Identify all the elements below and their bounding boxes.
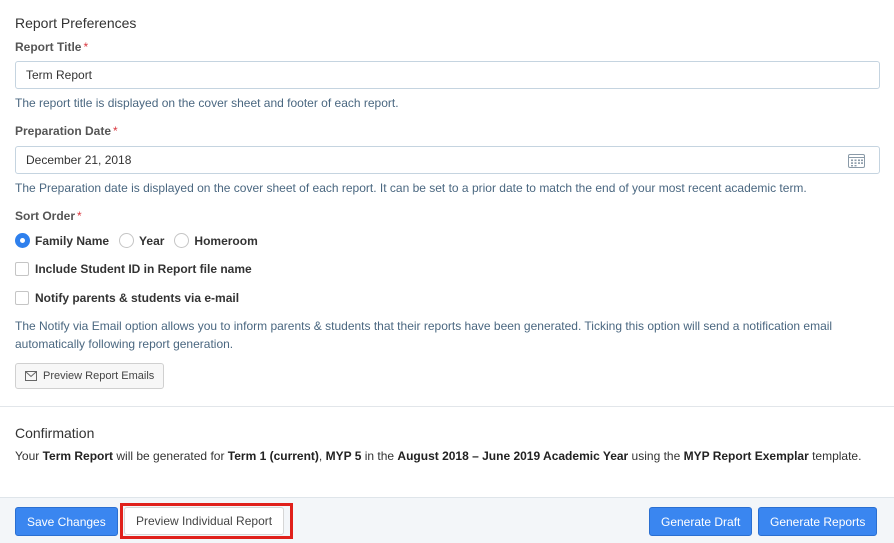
confirmation-text: using the (628, 449, 684, 463)
confirmation-text: template. (808, 449, 862, 463)
confirmation-text: Your (15, 449, 43, 463)
confirmation-term: Term 1 (current) (227, 449, 319, 463)
section-heading-preferences: Report Preferences (15, 15, 137, 31)
sort-order-label-text: Sort Order (15, 209, 76, 223)
include-student-id-checkbox-row[interactable]: Include Student ID in Report file name (15, 262, 252, 276)
sort-option-label: Year (139, 233, 165, 248)
confirmation-template: MYP Report Exemplar (683, 449, 809, 463)
report-title-value: Term Report (26, 68, 93, 82)
include-student-id-label: Include Student ID in Report file name (35, 262, 252, 276)
sort-option-family-name[interactable]: Family Name (15, 233, 109, 248)
radio-selected-icon[interactable] (15, 233, 30, 248)
sort-order-label: Sort Order * (15, 209, 82, 223)
envelope-icon (25, 371, 37, 381)
section-divider (0, 406, 894, 407)
calendar-icon[interactable] (848, 153, 865, 171)
include-student-id-checkbox[interactable] (15, 262, 29, 276)
required-marker: * (77, 209, 82, 223)
preparation-date-value: December 21, 2018 (26, 153, 132, 167)
report-title-input[interactable]: Term Report (15, 61, 880, 89)
highlight-box (120, 503, 293, 539)
confirmation-text: will be generated for (113, 449, 228, 463)
confirmation-grade: MYP 5 (325, 449, 362, 463)
preparation-date-input[interactable]: December 21, 2018 (15, 146, 880, 174)
preview-report-emails-label: Preview Report Emails (43, 370, 155, 382)
notify-label: Notify parents & students via e-mail (35, 291, 240, 305)
report-title-help: The report title is displayed on the cov… (15, 96, 399, 110)
confirmation-academic-year: August 2018 – June 2019 Academic Year (397, 449, 629, 463)
save-changes-button[interactable]: Save Changes (15, 507, 118, 536)
required-marker: * (83, 40, 89, 54)
sort-option-label: Homeroom (194, 233, 258, 248)
preparation-date-help: The Preparation date is displayed on the… (15, 181, 807, 195)
confirmation-report-name: Term Report (42, 449, 114, 463)
preparation-date-label: Preparation Date * (15, 124, 118, 138)
confirmation-summary: Your Term Report will be generated for T… (15, 447, 885, 465)
sort-option-label: Family Name (35, 233, 110, 248)
required-marker: * (113, 124, 118, 138)
sort-option-year[interactable]: Year (119, 233, 164, 248)
report-title-label-text: Report Title (15, 40, 82, 54)
preview-report-emails-button[interactable]: Preview Report Emails (15, 363, 165, 389)
generate-draft-button[interactable]: Generate Draft (649, 507, 753, 536)
preparation-date-label-text: Preparation Date (15, 124, 112, 138)
report-title-label: Report Title * (15, 40, 88, 54)
sort-order-radio-group: Family Name Year Homeroom (15, 233, 268, 248)
notify-checkbox[interactable] (15, 291, 29, 305)
notify-checkbox-row[interactable]: Notify parents & students via e-mail (15, 291, 239, 305)
section-heading-confirmation: Confirmation (15, 425, 95, 441)
sort-option-homeroom[interactable]: Homeroom (174, 233, 258, 248)
radio-icon[interactable] (119, 233, 135, 248)
confirmation-text: in the (361, 449, 398, 463)
radio-icon[interactable] (174, 233, 190, 248)
notify-help: The Notify via Email option allows you t… (15, 319, 833, 351)
confirmation-text: , (318, 449, 326, 463)
generate-reports-button[interactable]: Generate Reports (758, 507, 878, 536)
